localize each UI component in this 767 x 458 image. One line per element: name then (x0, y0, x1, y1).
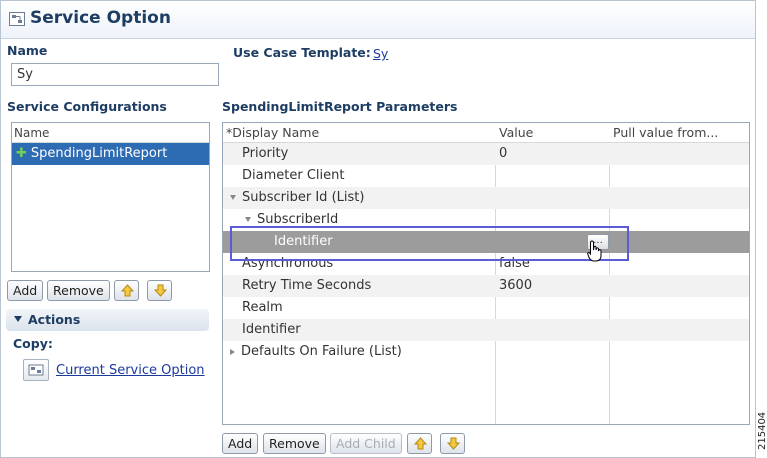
page-title: Service Option (30, 8, 171, 28)
copy-label: Copy: (13, 336, 53, 351)
list-item-label: SpendingLimitReport (30, 146, 168, 161)
param-name: Priority (242, 146, 289, 161)
arrow-down-icon (154, 284, 167, 297)
param-name: Retry Time Seconds (242, 278, 372, 293)
table-row[interactable]: Identifier (223, 319, 749, 341)
service-option-icon (9, 12, 25, 26)
selection-callout (230, 226, 629, 261)
param-name-cell: Defaults On Failure (List) (230, 341, 402, 363)
param-move-up-button[interactable] (407, 433, 432, 454)
chevron-down-icon (14, 316, 22, 322)
table-row[interactable]: Diameter Client (223, 165, 749, 187)
list-item[interactable]: ✚ SpendingLimitReport (12, 143, 209, 165)
column-header-display-name[interactable]: *Display Name (226, 123, 319, 145)
arrow-up-icon (121, 284, 134, 297)
param-name: SubscriberId (257, 212, 339, 227)
service-option-panel: Service Option Name Sy Use Case Template… (0, 0, 756, 458)
move-up-button[interactable] (114, 280, 139, 301)
param-name: Realm (242, 300, 283, 315)
expand-toggle-icon[interactable] (230, 348, 235, 355)
table-row[interactable]: Retry Time Seconds 3600 (223, 275, 749, 297)
add-parameter-button[interactable]: Add (222, 433, 259, 454)
table-row[interactable]: Priority 0 (223, 143, 749, 165)
table-row[interactable]: Defaults On Failure (List) (223, 341, 749, 363)
panel-header: Service Option (1, 1, 755, 39)
service-configurations-list: Name ✚ SpendingLimitReport (11, 122, 210, 272)
table-header-row: *Display Name Value Pull value from... (223, 123, 749, 143)
copy-service-option-icon[interactable] (23, 359, 49, 381)
table-row[interactable]: Subscriber Id (List) (223, 187, 749, 209)
param-name: Diameter Client (242, 168, 345, 183)
param-name: Identifier (242, 322, 301, 337)
param-name: Subscriber Id (List) (242, 190, 365, 205)
add-configuration-button[interactable]: Add (7, 280, 44, 301)
param-value[interactable]: 3600 (499, 275, 532, 297)
name-label: Name (7, 43, 48, 58)
column-header-pull-value[interactable]: Pull value from... (613, 123, 718, 145)
hand-cursor-icon (587, 240, 602, 262)
name-field[interactable]: Sy (11, 63, 219, 86)
expand-toggle-icon[interactable] (245, 217, 251, 222)
service-configurations-label: Service Configurations (7, 99, 167, 114)
actions-section-header[interactable]: Actions (6, 309, 209, 331)
param-name-cell: Subscriber Id (List) (230, 187, 364, 209)
current-service-option-link[interactable]: Current Service Option (56, 363, 205, 378)
actions-title: Actions (28, 312, 81, 327)
remove-configuration-button[interactable]: Remove (47, 280, 110, 301)
parameters-title: SpendingLimitReport Parameters (222, 99, 458, 114)
param-value[interactable]: 0 (499, 143, 507, 165)
arrow-up-icon (414, 437, 427, 450)
parameters-table: *Display Name Value Pull value from... P… (222, 122, 750, 425)
column-header-value[interactable]: Value (499, 123, 533, 145)
table-row[interactable]: Realm (223, 297, 749, 319)
use-case-label: Use Case Template: (233, 45, 371, 60)
param-move-down-button[interactable] (440, 433, 465, 454)
param-name: Defaults On Failure (List) (241, 344, 402, 359)
figure-id: 215404 (757, 411, 767, 450)
add-child-button[interactable]: Add Child (330, 433, 402, 454)
move-down-button[interactable] (147, 280, 172, 301)
remove-parameter-button[interactable]: Remove (263, 433, 326, 454)
service-option-icon (28, 364, 44, 376)
arrow-down-icon (447, 437, 460, 450)
expand-toggle-icon[interactable] (230, 195, 236, 200)
use-case-template-link[interactable]: Sy (373, 46, 388, 61)
list-column-header: Name (12, 123, 209, 143)
plus-icon: ✚ (16, 146, 27, 161)
